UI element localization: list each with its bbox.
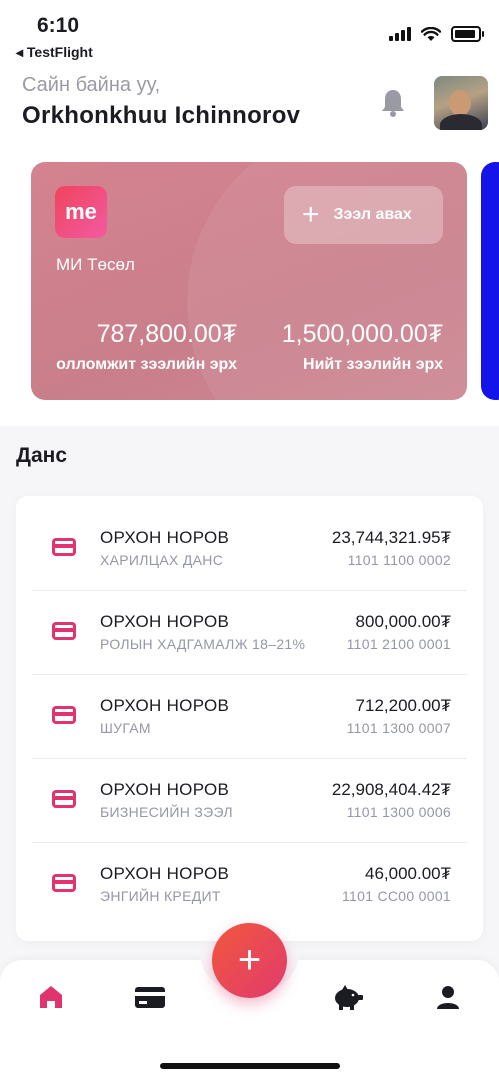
card-icon <box>52 874 76 892</box>
account-holder: ОРХОН НОРОВ <box>100 864 230 883</box>
account-balance: 23,744,321.95₮ <box>331 528 451 547</box>
loan-card[interactable]: me МИ Төсөл + Зээл авах 787,800.00₮ 1,50… <box>31 162 467 400</box>
get-loan-button[interactable]: + Зээл авах <box>284 186 443 244</box>
piggy-bank-icon[interactable] <box>330 982 366 1012</box>
me-logo: me <box>55 186 107 238</box>
accounts-title: Данс <box>16 444 68 467</box>
account-balance: 800,000.00₮ <box>355 612 451 631</box>
account-balance: 46,000.00₮ <box>364 864 451 883</box>
home-icon[interactable] <box>33 982 69 1012</box>
back-to-testflight[interactable]: ◂ TestFlight <box>16 44 93 61</box>
account-type: ШУГАМ <box>100 720 151 736</box>
battery-icon <box>451 26 484 42</box>
account-row[interactable]: ОРХОН НОРОВ ХАРИЛЦАХ ДАНС 23,744,321.95₮… <box>32 506 467 591</box>
home-indicator <box>160 1063 340 1069</box>
account-number: 1101 1100 0002 <box>347 552 451 568</box>
account-holder: ОРХОН НОРОВ <box>100 696 230 715</box>
wifi-icon <box>421 26 441 41</box>
account-row[interactable]: ОРХОН НОРОВ ШУГАМ 712,200.00₮ 1101 1300 … <box>32 674 467 759</box>
next-card-peek[interactable] <box>481 162 499 400</box>
account-balance: 712,200.00₮ <box>355 696 451 715</box>
bell-icon[interactable] <box>380 88 406 118</box>
account-balance: 22,908,404.42₮ <box>331 780 451 799</box>
account-row[interactable]: ОРХОН НОРОВ БИЗНЕСИЙН ЗЭЭЛ 22,908,404.42… <box>32 758 467 843</box>
status-bar: 6:10 ◂ TestFlight <box>0 0 499 70</box>
user-name: Orkhonkhuu Ichinnorov <box>22 102 301 129</box>
account-holder: ОРХОН НОРОВ <box>100 528 230 547</box>
plus-icon: + <box>302 198 320 231</box>
available-amount: 787,800.00₮ <box>96 320 237 348</box>
total-label: Нийт зээлийн эрх <box>303 356 443 373</box>
account-holder: ОРХОН НОРОВ <box>100 780 230 799</box>
account-type: ЭНГИЙН КРЕДИТ <box>100 888 221 904</box>
account-number: 1101 1300 0007 <box>346 720 451 736</box>
card-icon <box>52 538 76 556</box>
total-amount: 1,500,000.00₮ <box>281 320 443 348</box>
account-row[interactable]: ОРХОН НОРОВ РОЛЫН ХАДГАМАЛЖ 18–21% 800,0… <box>32 590 467 675</box>
available-label: олломжит зээлийн эрх <box>56 356 237 373</box>
add-button[interactable]: + <box>212 923 287 998</box>
card-title: МИ Төсөл <box>56 255 135 274</box>
signal-icon <box>389 27 411 41</box>
card-icon <box>52 622 76 640</box>
avatar[interactable] <box>434 76 488 130</box>
account-type: ХАРИЛЦАХ ДАНС <box>100 552 224 568</box>
status-time: 6:10 <box>37 14 80 37</box>
account-number: 1101 2100 0001 <box>346 636 451 652</box>
greeting-text: Сайн байна уу, <box>22 74 161 96</box>
account-row[interactable]: ОРХОН НОРОВ ЭНГИЙН КРЕДИТ 46,000.00₮ 110… <box>32 842 467 926</box>
get-loan-label: Зээл авах <box>333 206 412 223</box>
account-holder: ОРХОН НОРОВ <box>100 612 230 631</box>
profile-icon[interactable] <box>430 982 466 1012</box>
accounts-list: ОРХОН НОРОВ ХАРИЛЦАХ ДАНС 23,744,321.95₮… <box>16 496 483 941</box>
account-number: 1101 CC00 0001 <box>341 888 451 904</box>
card-icon[interactable] <box>132 982 168 1012</box>
status-icons <box>389 26 484 42</box>
account-type: БИЗНЕСИЙН ЗЭЭЛ <box>100 804 233 820</box>
account-type: РОЛЫН ХАДГАМАЛЖ 18–21% <box>100 636 306 652</box>
account-number: 1101 1300 0006 <box>346 804 451 820</box>
card-icon <box>52 706 76 724</box>
card-icon <box>52 790 76 808</box>
